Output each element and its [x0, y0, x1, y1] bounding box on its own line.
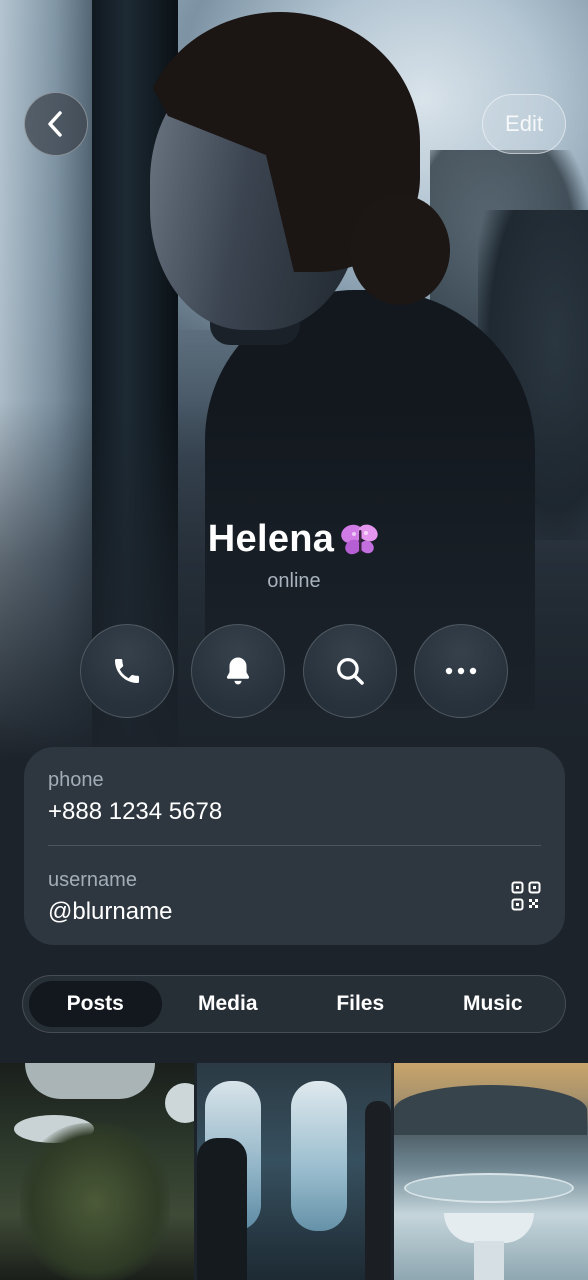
post-thumbnail[interactable] — [0, 1063, 194, 1280]
thumb-detail — [365, 1101, 391, 1280]
edit-button[interactable]: Edit — [482, 94, 566, 154]
search-icon — [336, 658, 364, 685]
search-button[interactable] — [302, 624, 397, 718]
tab-media[interactable]: Media — [162, 981, 295, 1027]
action-buttons — [80, 624, 508, 718]
tab-posts[interactable]: Posts — [29, 981, 162, 1027]
profile-status: online — [267, 570, 321, 592]
tab-files[interactable]: Files — [294, 981, 427, 1027]
profile-name: Helena — [207, 518, 335, 560]
call-button[interactable] — [80, 624, 174, 718]
info-card: phone +888 1234 5678 username @blurname — [24, 747, 565, 945]
thumb-detail — [394, 1085, 587, 1135]
thumb-detail — [474, 1241, 504, 1280]
profile-name-row: Helena — [0, 518, 588, 561]
thumb-detail — [165, 1083, 194, 1123]
butterfly-emoji — [341, 524, 378, 554]
username-value[interactable]: @blurname — [48, 898, 172, 926]
thumb-detail — [444, 1213, 534, 1243]
thumb-detail — [291, 1081, 347, 1231]
tab-music[interactable]: Music — [427, 981, 560, 1027]
username-label: username — [48, 869, 137, 891]
thumb-detail — [25, 1063, 155, 1099]
qr-code-icon[interactable] — [511, 881, 541, 911]
phone-value[interactable]: +888 1234 5678 — [48, 798, 222, 826]
thumb-detail — [20, 1123, 170, 1280]
post-thumbnail[interactable] — [394, 1063, 588, 1280]
thumb-detail — [404, 1173, 574, 1203]
chevron-left-icon — [48, 111, 62, 137]
back-button[interactable] — [24, 92, 88, 156]
info-divider — [48, 845, 541, 846]
phone-label: phone — [48, 769, 104, 791]
photo-figure-bun — [350, 195, 450, 305]
more-icon — [445, 667, 477, 675]
phone-icon — [115, 659, 139, 683]
bell-icon — [227, 657, 250, 685]
content-tabs: Posts Media Files Music — [22, 975, 566, 1033]
posts-grid — [0, 1063, 588, 1280]
mute-button[interactable] — [191, 624, 286, 718]
post-thumbnail[interactable] — [197, 1063, 391, 1280]
thumb-detail — [197, 1138, 247, 1280]
more-button[interactable] — [413, 624, 508, 718]
